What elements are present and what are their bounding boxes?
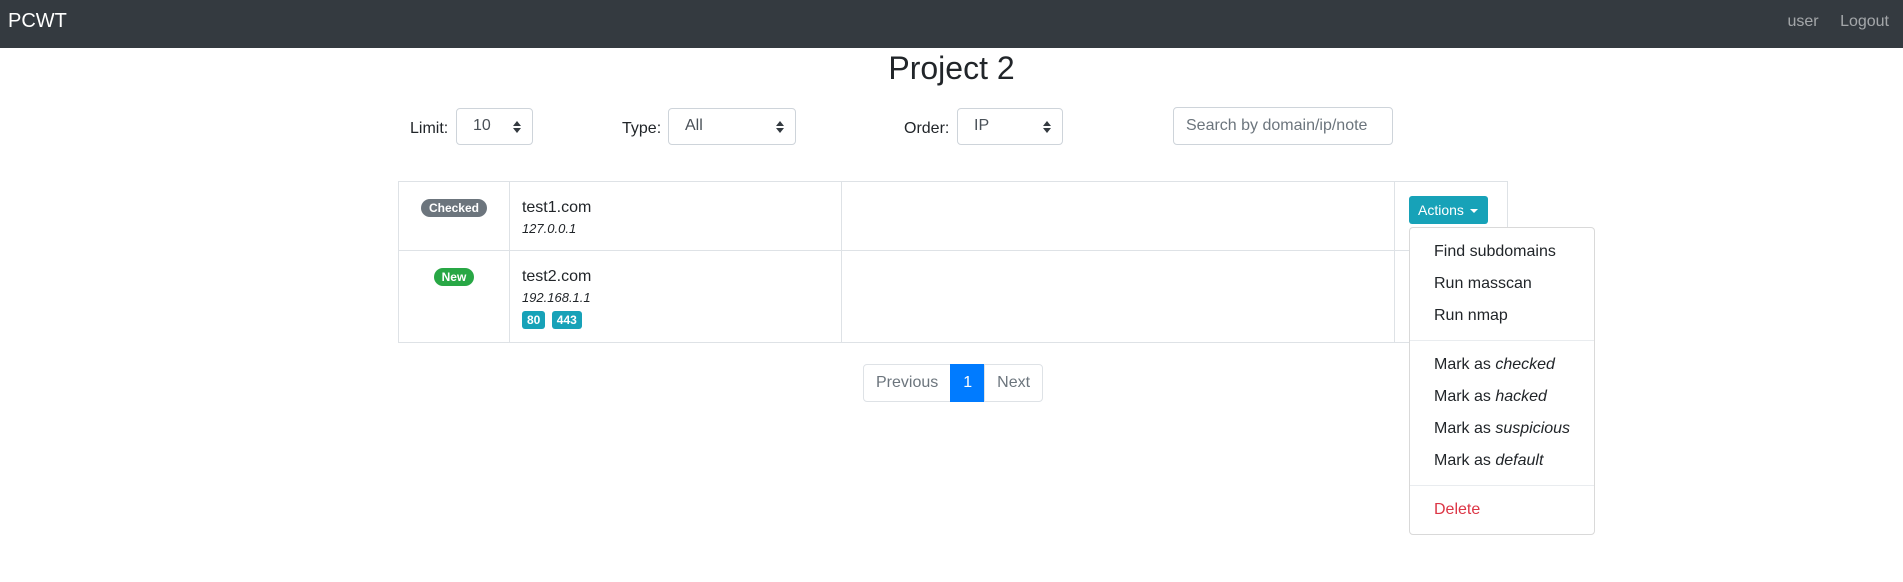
actions-button-label: Actions: [1418, 202, 1464, 218]
limit-label: Limit:: [410, 120, 449, 137]
table-row: Checked test1.com 127.0.0.1: [398, 181, 1508, 251]
ports-list: 80 443: [521, 311, 841, 329]
mark-as-text: Mark as: [1434, 420, 1496, 437]
select-arrows-icon: [776, 119, 784, 135]
previous-page-button[interactable]: Previous: [863, 364, 952, 402]
port-badge: 443: [551, 311, 582, 329]
table-row: New test2.com 192.168.1.1 80 443: [398, 250, 1508, 343]
type-label: Type:: [622, 120, 662, 137]
delete-item[interactable]: Delete: [1410, 494, 1594, 526]
page-title: Project 2: [888, 50, 1015, 86]
order-select[interactable]: IP: [957, 108, 1063, 145]
brand-logo[interactable]: PCWT: [8, 10, 67, 33]
mark-hacked-item[interactable]: Mark as hacked: [1410, 381, 1594, 413]
run-nmap-item[interactable]: Run nmap: [1410, 300, 1594, 332]
status-badge: Checked: [420, 199, 487, 217]
next-page-button[interactable]: Next: [984, 364, 1044, 402]
mark-status-text: hacked: [1495, 388, 1547, 405]
port-badge: 80: [521, 311, 546, 329]
select-arrows-icon: [513, 119, 521, 135]
ip-text: 192.168.1.1: [521, 290, 591, 305]
status-cell: New: [398, 250, 510, 343]
run-masscan-item[interactable]: Run masscan: [1410, 268, 1594, 300]
mark-suspicious-item[interactable]: Mark as suspicious: [1410, 413, 1594, 445]
order-label: Order:: [904, 120, 950, 137]
ip-text: 127.0.0.1: [521, 221, 577, 236]
user-link[interactable]: user: [1787, 13, 1818, 30]
order-select-value: IP: [974, 117, 990, 134]
select-arrows-icon: [1043, 119, 1051, 135]
page-1-button[interactable]: 1: [950, 364, 986, 402]
note-cell: [840, 181, 1396, 251]
mark-status-text: default: [1495, 452, 1544, 469]
mark-as-text: Mark as: [1434, 388, 1496, 405]
mark-status-text: suspicious: [1495, 420, 1571, 437]
mark-checked-item[interactable]: Mark as checked: [1410, 349, 1594, 381]
top-navbar: PCWT user Logout: [0, 0, 1903, 48]
status-cell: Checked: [398, 181, 510, 251]
type-select[interactable]: All: [668, 108, 796, 145]
limit-select[interactable]: 10: [456, 108, 533, 145]
pagination: Previous 1 Next: [863, 364, 1044, 402]
logout-link[interactable]: Logout: [1840, 13, 1889, 30]
menu-divider: [1410, 485, 1594, 486]
status-badge: New: [433, 268, 475, 286]
actions-dropdown-menu: Find subdomains Run masscan Run nmap Mar…: [1409, 227, 1595, 535]
domain-text: test1.com: [521, 199, 592, 216]
host-cell: test2.com 192.168.1.1 80 443: [508, 250, 842, 343]
navbar-right: user Logout: [1770, 13, 1889, 31]
host-cell: test1.com 127.0.0.1: [508, 181, 842, 251]
mark-as-text: Mark as: [1434, 356, 1496, 373]
limit-select-value: 10: [473, 117, 491, 134]
mark-as-text: Mark as: [1434, 452, 1496, 469]
caret-down-icon: [1469, 209, 1478, 214]
note-cell: [840, 250, 1396, 343]
menu-divider: [1410, 340, 1594, 341]
find-subdomains-item[interactable]: Find subdomains: [1410, 236, 1594, 268]
search-input[interactable]: [1173, 107, 1393, 145]
domain-text: test2.com: [521, 268, 592, 285]
mark-status-text: checked: [1495, 356, 1555, 373]
type-select-value: All: [685, 117, 703, 134]
hosts-table: Checked test1.com 127.0.0.1 New test2.co…: [398, 181, 1508, 343]
mark-default-item[interactable]: Mark as default: [1410, 445, 1594, 477]
actions-button[interactable]: Actions: [1409, 196, 1488, 224]
